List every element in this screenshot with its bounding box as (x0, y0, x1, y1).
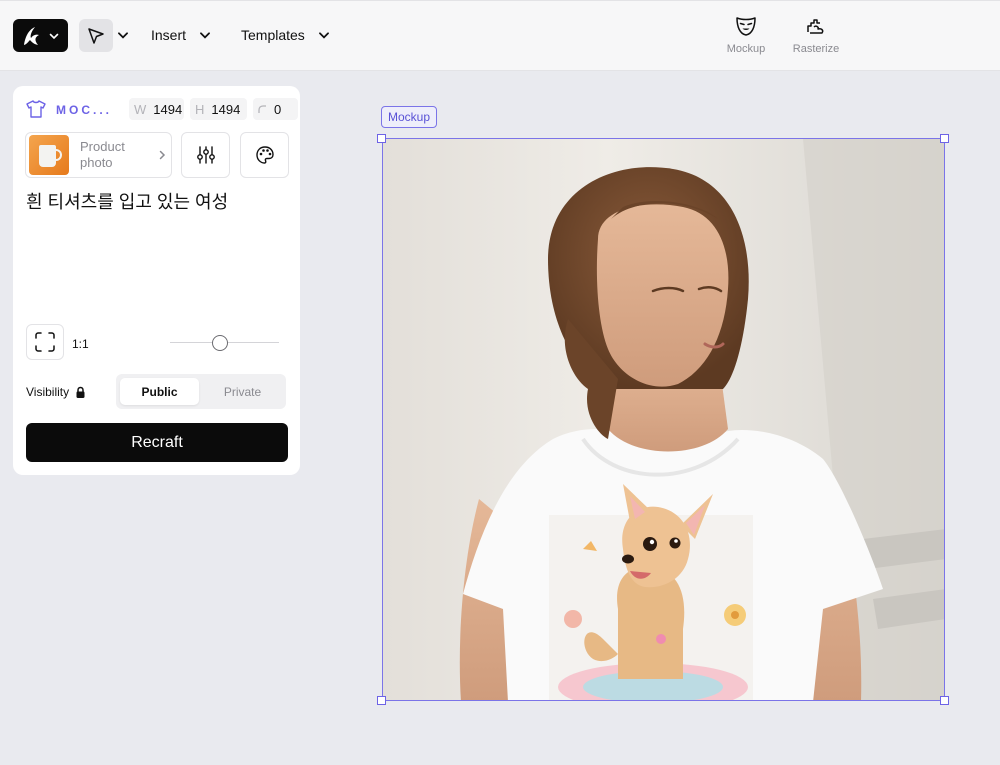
height-value: 1494 (211, 101, 241, 117)
height-field[interactable]: H 1494 (190, 98, 247, 120)
resize-handle-top-left[interactable] (377, 134, 386, 143)
visibility-text: Visibility (26, 385, 70, 399)
sliders-icon (196, 146, 215, 164)
chevron-right-icon (159, 150, 166, 160)
aspect-ratio-label: 1:1 (72, 337, 89, 351)
chevron-down-icon[interactable] (116, 28, 130, 42)
templates-menu-label: Templates (241, 27, 305, 43)
rotation-value: 0 (274, 101, 282, 117)
shirt-icon (26, 100, 46, 118)
mockup-tool-button[interactable]: Mockup (716, 15, 776, 55)
insert-menu-label: Insert (151, 27, 187, 43)
lock-icon (76, 386, 85, 398)
rasterize-tool-button[interactable]: Rasterize (786, 15, 846, 55)
mockup-tool-label: Mockup (726, 43, 766, 55)
aspect-ratio-button[interactable] (26, 324, 64, 360)
resize-handle-top-right[interactable] (940, 134, 949, 143)
element-type-label: MOC... (56, 103, 112, 117)
settings-button[interactable] (181, 132, 230, 178)
mockup-photo (383, 139, 944, 700)
product-photo-label: Product photo (80, 139, 125, 170)
rotation-field[interactable]: 0 (253, 98, 298, 120)
generation-panel: MOC... W 1494 H 1494 0 Product photo 흰 티… (13, 86, 300, 475)
palette-icon (255, 146, 274, 164)
visibility-private-option[interactable]: Private (203, 378, 282, 405)
recraft-button[interactable]: Recraft (26, 423, 288, 462)
prompt-textarea[interactable]: 흰 티셔츠를 입고 있는 여성 (26, 190, 288, 310)
frame-label[interactable]: Mockup (381, 106, 438, 128)
templates-menu[interactable]: Templates (241, 27, 331, 43)
rasterize-tool-label: Rasterize (792, 43, 840, 55)
insert-menu[interactable]: Insert (151, 27, 212, 43)
chevron-down-icon (318, 32, 329, 39)
logo-menu-button[interactable] (13, 19, 68, 52)
select-tool-button[interactable] (79, 19, 113, 52)
visibility-public-option[interactable]: Public (120, 378, 199, 405)
chevron-down-icon (49, 33, 59, 39)
resize-handle-bottom-left[interactable] (377, 696, 386, 705)
top-toolbar: Insert Templates Mockup Rasterize (0, 0, 1000, 71)
chevron-down-icon (200, 32, 210, 39)
aspect-ratio-icon (35, 332, 55, 352)
mask-icon (736, 17, 756, 36)
width-field[interactable]: W 1494 (129, 98, 184, 120)
visibility-label: Visibility (26, 385, 86, 399)
product-photo-selector[interactable]: Product photo (25, 132, 172, 178)
color-palette-button[interactable] (240, 132, 289, 178)
rotation-icon (258, 104, 266, 113)
visibility-toggle: Public Private (116, 374, 286, 409)
resize-handle-bottom-right[interactable] (940, 696, 949, 705)
rasterize-icon (807, 19, 824, 34)
height-key: H (195, 101, 205, 117)
properties-row: MOC... W 1494 H 1494 0 (25, 98, 298, 120)
recraft-logo-icon (24, 26, 39, 45)
width-value: 1494 (153, 101, 183, 117)
width-key: W (134, 101, 147, 117)
size-slider-thumb[interactable] (212, 335, 229, 351)
mug-thumbnail (29, 135, 69, 175)
mockup-image[interactable] (382, 138, 945, 701)
pointer-icon (88, 27, 104, 44)
